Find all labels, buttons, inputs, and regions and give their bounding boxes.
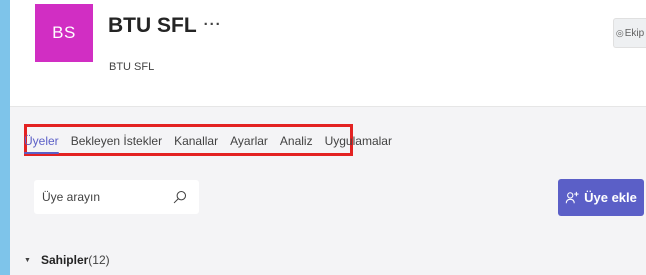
team-avatar: BS	[35, 4, 93, 62]
eye-icon: ◎	[615, 27, 624, 38]
add-member-label: Üye ekle	[584, 190, 637, 205]
add-person-icon	[565, 191, 579, 203]
tab-members[interactable]: Üyeler	[24, 134, 59, 154]
team-manage-panel: BS BTU SFL ··· BTU SFL ◎ Ekip Üyeler Bek…	[10, 0, 646, 275]
owners-count: (12)	[88, 253, 110, 267]
team-type-label: Ekip	[624, 27, 645, 39]
tab-analytics[interactable]: Analiz	[280, 134, 313, 148]
avatar-initials: BS	[52, 23, 76, 42]
add-member-button[interactable]: Üye ekle	[558, 179, 644, 216]
team-type-button[interactable]: ◎ Ekip	[613, 18, 646, 48]
search-icon[interactable]	[173, 190, 187, 204]
member-search[interactable]	[34, 180, 199, 214]
team-name: BTU SFL	[108, 14, 197, 37]
tab-channels[interactable]: Kanallar	[174, 134, 218, 148]
tab-settings[interactable]: Ayarlar	[230, 134, 268, 148]
team-description: BTU SFL	[109, 61, 155, 73]
member-search-input[interactable]	[42, 190, 152, 204]
team-title: BTU SFL ···	[108, 14, 222, 38]
more-options-icon[interactable]: ···	[204, 16, 222, 33]
tab-apps[interactable]: Uygulamalar	[325, 134, 392, 148]
team-header: BS BTU SFL ··· BTU SFL ◎ Ekip	[10, 0, 646, 107]
chevron-down-icon[interactable]: ▼	[24, 257, 31, 264]
tab-bar: Üyeler Bekleyen İstekler Kanallar Ayarla…	[24, 134, 392, 154]
owners-section-header[interactable]: ▼ Sahipler (12)	[24, 253, 110, 267]
owners-label: Sahipler	[40, 253, 89, 267]
tab-pending-requests[interactable]: Bekleyen İstekler	[71, 134, 162, 148]
